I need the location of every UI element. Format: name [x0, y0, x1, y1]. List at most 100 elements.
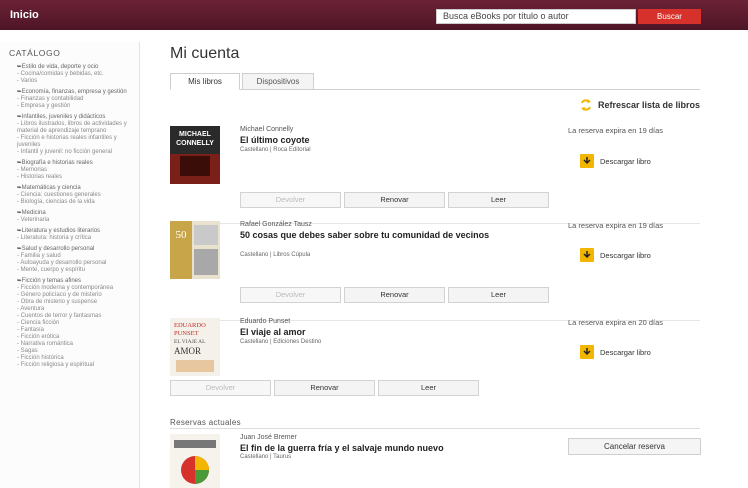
cover-text-top: MICHAEL — [179, 131, 212, 138]
renew-button[interactable]: Renovar — [274, 380, 375, 396]
category-item[interactable]: - Biología, ciencias de la vida — [17, 199, 135, 206]
read-button[interactable]: Leer — [448, 287, 549, 303]
download-icon — [580, 248, 594, 262]
book-item: MICHAEL CONNELLY Michael Connelly El últ… — [170, 126, 700, 224]
category-item[interactable]: - Cuentos de terror y fantasmas — [17, 313, 135, 320]
book-meta: Castellano | Roca Editorial — [240, 147, 311, 153]
download-label: Descargar libro — [600, 250, 651, 260]
download-icon — [580, 345, 594, 359]
cover-line: PUNSET — [174, 330, 199, 337]
category-heading[interactable]: Matemáticas y ciencia — [17, 185, 135, 192]
cover-number: 50 — [176, 229, 188, 241]
category-heading[interactable]: Medicina — [17, 210, 135, 217]
catalog-sidebar: CATÁLOGO Estilo de vida, deporte y ocio-… — [0, 42, 140, 488]
category-heading[interactable]: Biografía e historias reales — [17, 160, 135, 167]
category-group: Matemáticas y ciencia- Ciencia: cuestion… — [0, 185, 139, 206]
home-link[interactable]: Inicio — [10, 9, 39, 21]
book-author: Juan José Bremer — [240, 434, 297, 441]
book-item: EDUARDO PUNSET EL VIAJE AL AMOR Eduardo … — [170, 318, 700, 410]
category-item[interactable]: - Ficción religiosa y espiritual — [17, 362, 135, 369]
refresh-icon — [580, 99, 591, 111]
book-title[interactable]: El fin de la guerra fría y el salvaje mu… — [240, 443, 540, 453]
return-button[interactable]: Devolver — [170, 380, 271, 396]
category-item[interactable]: - Ficción histórica — [17, 355, 135, 362]
main-content: Mi cuenta Mis libros Dispositivos Refres… — [170, 40, 701, 488]
book-author: Rafael González Tausz — [240, 221, 312, 228]
category-heading[interactable]: Estilo de vida, deporte y ocio — [17, 64, 135, 71]
category-item[interactable]: - Infantil y juvenil: no ficción general — [17, 149, 135, 156]
read-button[interactable]: Leer — [448, 192, 549, 208]
book-cover: 50 — [170, 221, 220, 279]
category-item[interactable]: - Ficción erótica — [17, 334, 135, 341]
return-button[interactable]: Devolver — [240, 192, 341, 208]
download-book-button[interactable]: Descargar libro — [580, 154, 651, 168]
category-item[interactable]: - Aventura — [17, 306, 135, 313]
category-item[interactable]: - Ciencia: cuestiones generales — [17, 192, 135, 199]
book-title[interactable]: El último coyote — [240, 135, 510, 145]
book-title[interactable]: 50 cosas que debes saber sobre tu comuni… — [240, 230, 510, 240]
download-icon — [580, 154, 594, 168]
page-title: Mi cuenta — [170, 45, 240, 62]
category-item[interactable]: - Familia y salud — [17, 253, 135, 260]
category-item[interactable]: - Empresa y gestión — [17, 103, 135, 110]
return-button[interactable]: Devolver — [240, 287, 341, 303]
tab-devices[interactable]: Dispositivos — [242, 73, 314, 90]
category-item[interactable]: - Mente, cuerpo y espíritu — [17, 267, 135, 274]
category-item[interactable]: - Obra de misterio y suspense — [17, 299, 135, 306]
reservation-expiry: La reserva expira en 20 días — [568, 318, 664, 327]
category-group: Medicina- Veterinaria — [0, 210, 139, 224]
cover-text-bottom: CONNELLY — [176, 140, 214, 147]
book-cover: MICHAEL CONNELLY — [170, 126, 220, 184]
category-item[interactable]: - Historias reales — [17, 174, 135, 181]
cover-line: EDUARDO — [174, 322, 206, 329]
category-group: Biografía e historias reales- Memorias- … — [0, 160, 139, 181]
category-item[interactable]: - Veterinaria — [17, 217, 135, 224]
download-label: Descargar libro — [600, 156, 651, 166]
top-bar: Inicio Busca eBooks por título o autor B… — [0, 0, 748, 30]
category-item[interactable]: - Género policíaco y de misterio — [17, 292, 135, 299]
reservations-title: Reservas actuales — [170, 418, 241, 427]
category-item[interactable]: - Fantasía — [17, 327, 135, 334]
search-input[interactable]: Busca eBooks por título o autor — [436, 9, 636, 24]
category-heading[interactable]: Economía, finanzas, empresa y gestión — [17, 89, 135, 96]
category-group: Economía, finanzas, empresa y gestión- F… — [0, 89, 139, 110]
tab-my-books[interactable]: Mis libros — [170, 73, 240, 90]
category-group: Literatura y estudios literarios- Litera… — [0, 228, 139, 242]
category-item[interactable]: - Ficción e historias reales infantiles … — [17, 135, 135, 149]
category-heading[interactable]: Infantiles, juveniles y didácticos — [17, 114, 135, 121]
category-heading[interactable]: Salud y desarrollo personal — [17, 246, 135, 253]
category-item[interactable]: - Narrativa romántica — [17, 341, 135, 348]
search-button[interactable]: Buscar — [638, 9, 701, 24]
category-item[interactable]: - Memorias — [17, 167, 135, 174]
download-book-button[interactable]: Descargar libro — [580, 345, 651, 359]
category-heading[interactable]: Ficción y temas afines — [17, 278, 135, 285]
book-author: Michael Connelly — [240, 126, 294, 133]
category-item[interactable]: - Autoayuda y desarrollo personal — [17, 260, 135, 267]
category-list: Estilo de vida, deporte y ocio- Cocina/c… — [0, 64, 139, 369]
read-button[interactable]: Leer — [378, 380, 479, 396]
category-heading[interactable]: Literatura y estudios literarios — [17, 228, 135, 235]
category-group: Salud y desarrollo personal- Familia y s… — [0, 246, 139, 274]
category-group: Ficción y temas afines- Ficción moderna … — [0, 278, 139, 369]
book-cover: EDUARDO PUNSET EL VIAJE AL AMOR — [170, 318, 220, 376]
section-divider — [170, 428, 700, 429]
category-item[interactable]: - Varios — [17, 78, 135, 85]
category-item[interactable]: - Libros ilustrados, libros de actividad… — [17, 121, 135, 135]
category-item[interactable]: - Literatura: historia y crítica — [17, 235, 135, 242]
reservation-expiry: La reserva expira en 19 días — [568, 126, 664, 135]
cancel-reservation-button[interactable]: Cancelar reserva — [568, 438, 701, 455]
reservation-expiry: La reserva expira en 19 días — [568, 221, 664, 230]
renew-button[interactable]: Renovar — [344, 192, 445, 208]
refresh-button[interactable]: Refrescar lista de libros — [579, 98, 700, 112]
category-item[interactable]: - Ficción moderna y contemporánea — [17, 285, 135, 292]
book-title[interactable]: El viaje al amor — [240, 327, 510, 337]
tab-bar: Mis libros Dispositivos — [170, 73, 700, 90]
renew-button[interactable]: Renovar — [344, 287, 445, 303]
refresh-label: Refrescar lista de libros — [597, 100, 700, 110]
category-item[interactable]: - Ciencia ficción — [17, 320, 135, 327]
category-item[interactable]: - Sagas — [17, 348, 135, 355]
category-item[interactable]: - Cocina/comidas y bebidas, etc. — [17, 71, 135, 78]
download-book-button[interactable]: Descargar libro — [580, 248, 651, 262]
book-item: 50 Rafael González Tausz 50 cosas que de… — [170, 221, 700, 321]
category-item[interactable]: - Finanzas y contabilidad — [17, 96, 135, 103]
